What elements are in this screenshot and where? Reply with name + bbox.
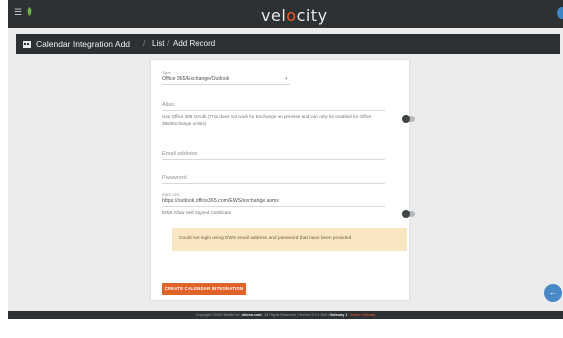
top-navbar: ☰ velocity — [8, 0, 563, 28]
toggle-knob — [402, 115, 410, 123]
breadcrumb-current: Add Record — [173, 39, 216, 48]
create-calendar-integration-button[interactable]: CREATE CALENDAR INTEGRATION — [162, 283, 246, 295]
type-select[interactable]: Office 365/Exchange/Outlook — [162, 76, 229, 82]
ews-url-label: EWS URL — [162, 192, 181, 197]
oauth-toggle-label: Use Office 365 OAuth (This does not work… — [162, 114, 372, 126]
page-header: Calendar Integration Add / List / Add Re… — [16, 34, 560, 54]
footer: Copyright ©2020 Mobile Inc (atlona.com).… — [8, 311, 563, 319]
app-logo: velocity — [261, 6, 328, 25]
chevron-down-icon[interactable]: ▾ — [285, 76, 288, 82]
breadcrumb-separator: / — [143, 39, 146, 48]
footer-gateway-status: Active Gateway — [350, 313, 376, 317]
type-label: Type — [162, 70, 171, 75]
ews-url-underline — [162, 206, 385, 207]
alias-input[interactable]: Alias — [162, 102, 174, 108]
logo-accent: o — [286, 6, 297, 25]
alias-underline — [162, 110, 385, 111]
password-underline — [162, 183, 385, 184]
page-title: Calendar Integration Add — [36, 39, 131, 49]
error-alert: Could not login using EWS email address … — [172, 228, 407, 251]
footer-link[interactable]: atlona.com — [242, 313, 261, 317]
footer-rights: ). All Rights Reserved | Version 2.9.1.6… — [261, 313, 329, 317]
ews-url-input[interactable]: https://outlook.office365.com/EWS/exchan… — [162, 198, 279, 204]
app-window: ☰ velocity Calendar Integration Add / Li… — [0, 0, 563, 338]
ews-selfsigned-toggle[interactable] — [402, 210, 415, 218]
form-card — [151, 60, 409, 300]
toggle-knob — [402, 210, 410, 218]
leaf-icon — [27, 7, 32, 16]
type-select-underline — [162, 84, 290, 85]
footer-gateway[interactable]: Gateway 1 — [330, 313, 348, 317]
calendar-icon — [23, 41, 31, 48]
footer-copyright: Copyright ©2020 Mobile Inc ( — [195, 313, 243, 317]
email-input[interactable]: Email address — [162, 151, 197, 157]
ews-selfsigned-label: EWS Allow Self Signed Certificate — [162, 210, 232, 215]
oauth-toggle[interactable] — [402, 115, 415, 123]
back-arrow-icon[interactable]: ← — [544, 284, 562, 302]
menu-icon[interactable]: ☰ — [14, 8, 22, 17]
breadcrumb-list-link[interactable]: List — [152, 39, 164, 48]
email-underline — [162, 159, 385, 160]
breadcrumb-separator: / — [167, 39, 170, 48]
profile-avatar[interactable] — [557, 7, 563, 19]
password-input[interactable]: Password — [162, 175, 187, 181]
